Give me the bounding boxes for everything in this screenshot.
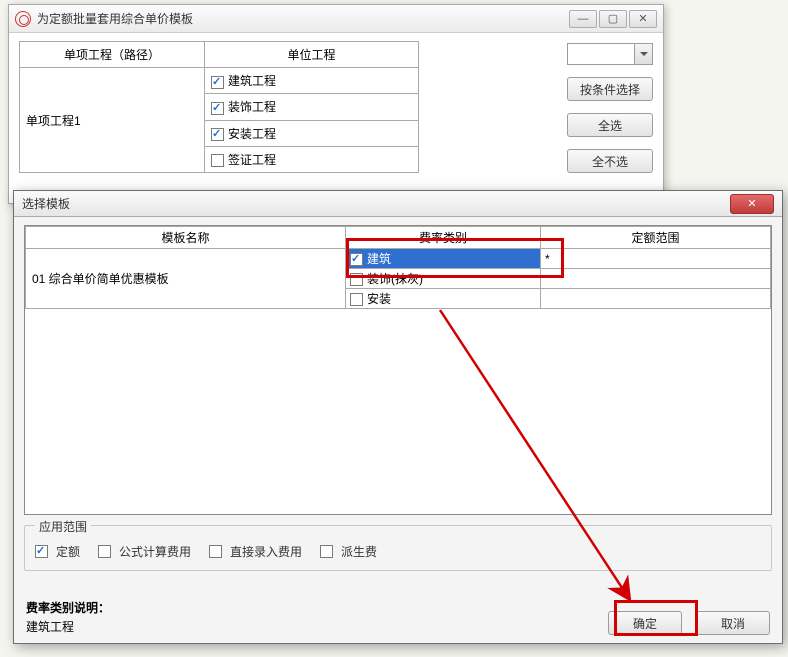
- window-title: 为定额批量套用综合单价模板: [37, 10, 567, 27]
- minimize-button[interactable]: —: [569, 10, 597, 28]
- project-units-table: 单项工程（路径） 单位工程 单项工程1 建筑工程 装饰工程 安装工程 签证工程: [19, 41, 419, 173]
- checkbox-icon[interactable]: [211, 102, 224, 115]
- scope-group: 应用范围 定额 公式计算费用 直接录入费用 派生费: [24, 525, 772, 571]
- app-icon: [15, 11, 31, 27]
- unit-label: 建筑工程: [228, 74, 276, 88]
- rate-desc-text: 建筑工程: [26, 618, 608, 635]
- titlebar: 为定额批量套用综合单价模板 — ▢ ✕: [9, 5, 663, 33]
- unit-label: 安装工程: [228, 127, 276, 141]
- maximize-button[interactable]: ▢: [599, 10, 627, 28]
- select-all-button[interactable]: 全选: [567, 113, 653, 137]
- template-name-cell[interactable]: 01 综合单价简单优惠模板: [26, 249, 346, 309]
- checkbox-icon[interactable]: [211, 128, 224, 141]
- unit-row[interactable]: 安装工程: [205, 120, 419, 146]
- select-none-button[interactable]: 全不选: [567, 149, 653, 173]
- checkbox-icon[interactable]: [209, 545, 222, 558]
- col-template-name: 模板名称: [26, 227, 346, 249]
- highlight-box: [346, 238, 564, 278]
- scope-option[interactable]: 定额: [35, 543, 80, 560]
- checkbox-icon[interactable]: [35, 545, 48, 558]
- dialog-titlebar: 选择模板 ✕: [14, 191, 782, 217]
- checkbox-icon[interactable]: [320, 545, 333, 558]
- unit-row[interactable]: 装饰工程: [205, 94, 419, 120]
- col-project-path: 单项工程（路径）: [20, 42, 205, 68]
- checkbox-icon[interactable]: [211, 76, 224, 89]
- scope-option[interactable]: 公式计算费用: [98, 543, 191, 560]
- dialog-title: 选择模板: [22, 195, 728, 212]
- unit-row[interactable]: 签证工程: [205, 146, 419, 172]
- quota-range-cell[interactable]: *: [541, 249, 771, 269]
- quota-range-cell[interactable]: [541, 269, 771, 289]
- unit-row[interactable]: 建筑工程: [205, 68, 419, 94]
- chevron-down-icon: [634, 44, 652, 64]
- rate-type-row[interactable]: 安装: [346, 289, 541, 309]
- checkbox-icon[interactable]: [350, 293, 363, 306]
- close-button[interactable]: ✕: [629, 10, 657, 28]
- batch-template-window: 为定额批量套用综合单价模板 — ▢ ✕ 单项工程（路径） 单位工程 单项工程1 …: [8, 4, 664, 204]
- filter-combo[interactable]: [567, 43, 653, 65]
- scope-option[interactable]: 派生费: [320, 543, 377, 560]
- quota-range-cell[interactable]: [541, 289, 771, 309]
- unit-label: 装饰工程: [228, 100, 276, 114]
- rate-desc-head: 费率类别说明：: [26, 599, 608, 616]
- rate-type-label: 安装: [367, 292, 391, 306]
- filter-select-button[interactable]: 按条件选择: [567, 77, 653, 101]
- dialog-close-button[interactable]: ✕: [730, 194, 774, 214]
- scope-legend: 应用范围: [35, 518, 91, 535]
- checkbox-icon[interactable]: [211, 154, 224, 167]
- unit-label: 签证工程: [228, 153, 276, 167]
- rate-description: 费率类别说明： 建筑工程: [26, 599, 608, 635]
- col-unit-project: 单位工程: [205, 42, 419, 68]
- scope-option[interactable]: 直接录入费用: [209, 543, 302, 560]
- col-quota-range: 定额范围: [541, 227, 771, 249]
- checkbox-icon[interactable]: [98, 545, 111, 558]
- highlight-box: [614, 600, 698, 636]
- cancel-button[interactable]: 取消: [696, 611, 770, 635]
- project-name-cell: 单项工程1: [20, 68, 205, 173]
